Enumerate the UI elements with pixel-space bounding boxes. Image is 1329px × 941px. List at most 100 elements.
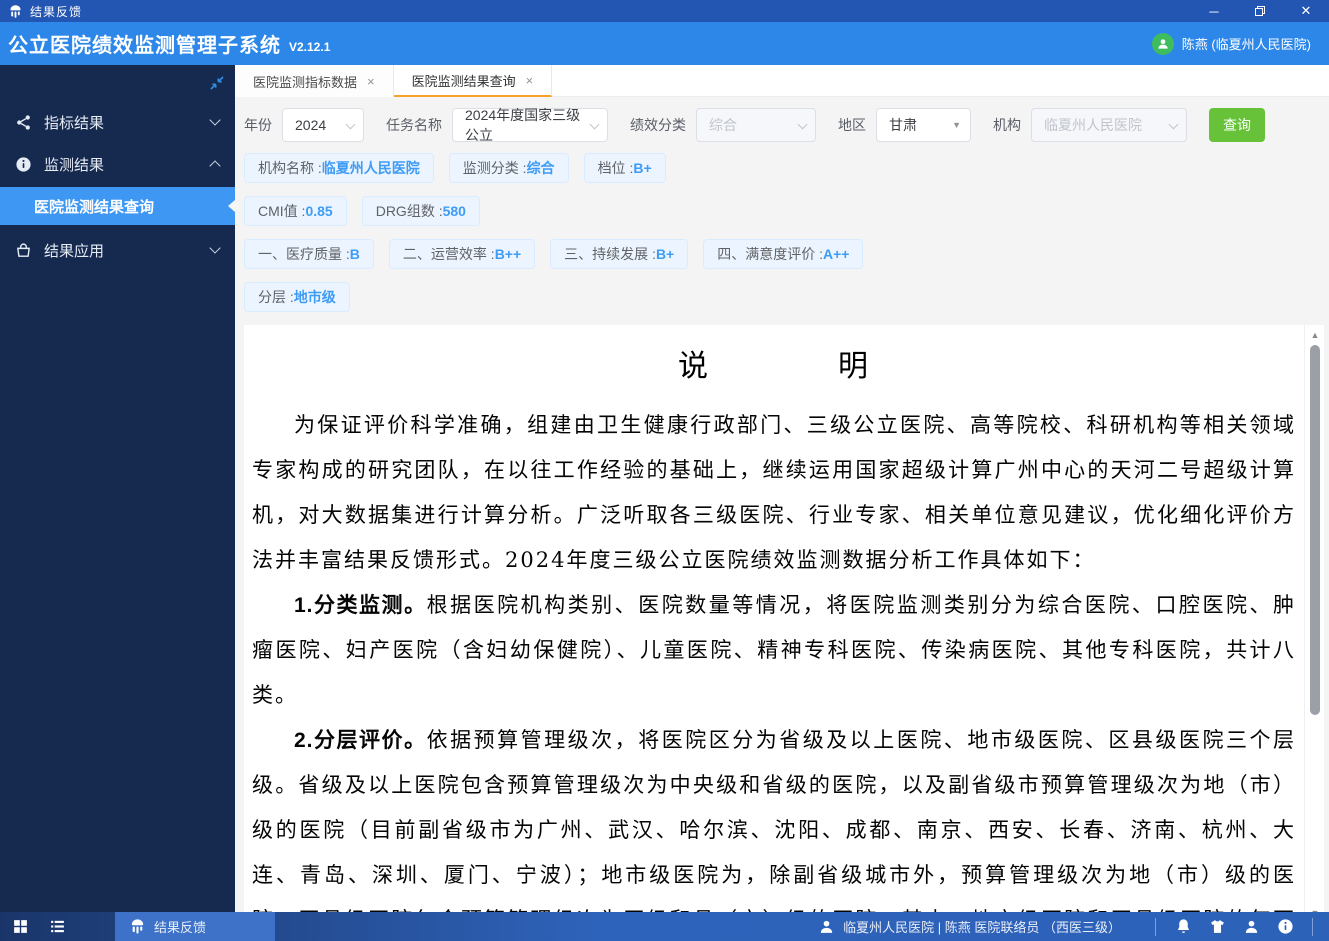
task-select[interactable]: 2024年度国家三级公立 [452,107,608,143]
paragraph-lead: 2.分层评价。 [294,729,427,752]
apps-grid-icon[interactable] [12,918,29,935]
paragraph-text: 依据预算管理级次，将医院区分为省级及以上医院、地市级医院、区县级医院三个层级。省… [252,728,1297,923]
minimize-button[interactable]: ─ [1191,0,1237,22]
sidebar-item-label: 监测结果 [44,156,105,174]
close-button[interactable]: ✕ [1283,0,1329,22]
badge-row-3: 一、医疗质量 : B 二、运营效率 : B++ 三、持续发展 : B+ 四、满意… [244,239,1324,269]
main-area: 医院监测指标数据 × 医院监测结果查询 × 年份 2024 任务名称 2024年… [235,65,1329,923]
statusbar-task-result-feedback[interactable]: 结果反馈 [115,912,275,941]
year-value: 2024 [295,117,327,133]
badge-medical-quality: 一、医疗质量 : B [244,239,374,269]
sidebar-item-label: 结果应用 [44,242,105,260]
document-body: 说 明 为保证评价科学准确，组建由卫生健康行政部门、三级公立医院、高等院校、科研… [244,325,1304,923]
status-bar: 结果反馈 临夏州人民医院 | 陈燕 医院联络员 （西医三级） [0,912,1329,941]
badge-label: 监测分类 : [462,160,527,176]
app-tree-icon [10,4,21,18]
restore-button[interactable] [1237,0,1283,22]
chevron-down-icon [797,119,808,130]
paragraph-lead: 1.分类监测。 [294,594,427,617]
filter-row: 年份 2024 任务名称 2024年度国家三级公立 绩效分类 综合 地区 甘肃 … [244,107,1324,143]
notification-bell-icon[interactable] [1166,918,1200,935]
badge-value: 580 [442,203,466,219]
system-title: 公立医院绩效监测管理子系统 [8,35,281,57]
scrollbar[interactable]: ▲ ▼ [1304,325,1324,923]
region-select[interactable]: 甘肃 ▼ [876,108,971,142]
sidebar-subitem-label: 医院监测结果查询 [34,198,155,216]
sidebar-menu: 指标结果 监测结果 医院监测结果查询 结果应用 [0,101,235,271]
query-button[interactable]: 查询 [1209,108,1265,142]
active-item-notch [228,200,235,212]
sidebar-item-result-application[interactable]: 结果应用 [0,229,235,271]
badge-label: 三、持续发展 : [564,246,656,262]
tab-hospital-result-query[interactable]: 医院监测结果查询 × [393,65,553,97]
badge-value: A++ [823,246,850,262]
badge-sustainable-development: 三、持续发展 : B+ [550,239,689,269]
tab-label: 医院监测结果查询 [411,73,516,89]
chevron-down-icon [1168,119,1179,130]
chevron-down-icon [589,119,600,130]
badge-tier: 分层 : 地市级 [244,282,350,312]
badge-row-2: CMI值 : 0.85 DRG组数 : 580 [244,196,1324,226]
divider [1155,917,1156,936]
scrollbar-thumb[interactable] [1310,345,1320,715]
chevron-down-icon [209,242,221,254]
sidebar-item-label: 指标结果 [44,114,105,132]
sidebar: 指标结果 监测结果 医院监测结果查询 结果应用 [0,65,235,912]
divider [1312,917,1313,936]
chevron-up-icon [209,160,221,172]
sidebar-item-monitor-results[interactable]: 监测结果 [0,143,235,185]
task-list-icon[interactable] [49,918,66,935]
badge-satisfaction: 四、满意度评价 : A++ [703,239,864,269]
badge-value: 临夏州人民医院 [321,160,420,176]
badge-label: DRG组数 : [375,203,443,219]
badge-org-name: 机构名称 : 临夏州人民医院 [244,153,434,183]
org-select: 临夏州人民医院 [1031,108,1187,142]
document-panel: 说 明 为保证评价科学准确，组建由卫生健康行政部门、三级公立医院、高等院校、科研… [244,325,1324,923]
badge-cmi: CMI值 : 0.85 [244,196,347,226]
badge-row-1: 机构名称 : 临夏州人民医院 监测分类 : 综合 档位 : B+ [244,153,1324,183]
badge-label: 档位 : [597,160,634,176]
tab-label: 医院监测指标数据 [253,74,358,90]
paragraph-text: 为保证评价科学准确，组建由卫生健康行政部门、三级公立医院、高等院校、科研机构等相… [252,413,1296,572]
document-paragraph: 为保证评价科学准确，组建由卫生健康行政部门、三级公立医院、高等院校、科研机构等相… [252,403,1296,583]
scroll-up-icon[interactable]: ▲ [1305,327,1324,343]
badge-value: B [349,246,360,262]
badge-grade: 档位 : B+ [583,153,666,183]
badge-value: 综合 [526,160,555,176]
statusbar-user: 临夏州人民医院 | 陈燕 医院联络员 （西医三级） [818,917,1121,936]
sidebar-item-indicator-results[interactable]: 指标结果 [0,101,235,143]
collapse-sidebar-icon[interactable] [209,75,225,91]
avatar [1151,32,1174,55]
org-label: 机构 [993,117,1021,133]
task-label: 任务名称 [386,117,442,133]
caret-down-icon: ▼ [952,120,961,130]
badge-monitor-category: 监测分类 : 综合 [448,153,569,183]
account-person-icon[interactable] [1234,918,1268,935]
header-user-name: 陈燕 (临夏州人民医院) [1181,37,1311,52]
person-icon [821,920,833,933]
category-value: 综合 [709,117,737,133]
close-icon[interactable]: × [367,74,375,89]
close-icon[interactable]: × [526,73,534,88]
person-icon [1158,38,1168,49]
window-titlebar: 结果反馈 ─ ✕ [0,0,1329,22]
sidebar-subitem-hospital-result-query[interactable]: 医院监测结果查询 [0,187,235,225]
category-select: 综合 [696,108,816,142]
theme-shirt-icon[interactable] [1200,918,1234,935]
document-paragraph: 2.分层评价。依据预算管理级次，将医院区分为省级及以上医院、地市级医院、区县级医… [252,718,1296,923]
chevron-down-icon [345,119,356,130]
handbag-icon [17,242,30,257]
region-label: 地区 [838,117,866,133]
task-value: 2024年度国家三级公立 [465,107,581,143]
info-icon[interactable] [1268,918,1302,935]
year-select[interactable]: 2024 [282,108,364,142]
tab-hospital-indicator-data[interactable]: 医院监测指标数据 × [235,65,394,97]
badge-label: CMI值 : [258,203,306,219]
chevron-down-icon [209,114,221,126]
tab-bar: 医院监测指标数据 × 医院监测结果查询 × [235,65,1329,97]
share-icon [17,114,30,130]
badge-value: B++ [494,246,522,262]
content-area: 年份 2024 任务名称 2024年度国家三级公立 绩效分类 综合 地区 甘肃 … [235,98,1329,923]
header-user[interactable]: 陈燕 (临夏州人民医院) [1151,22,1311,65]
app-header: 公立医院绩效监测管理子系统 V2.12.1 陈燕 (临夏州人民医院) [0,22,1329,65]
